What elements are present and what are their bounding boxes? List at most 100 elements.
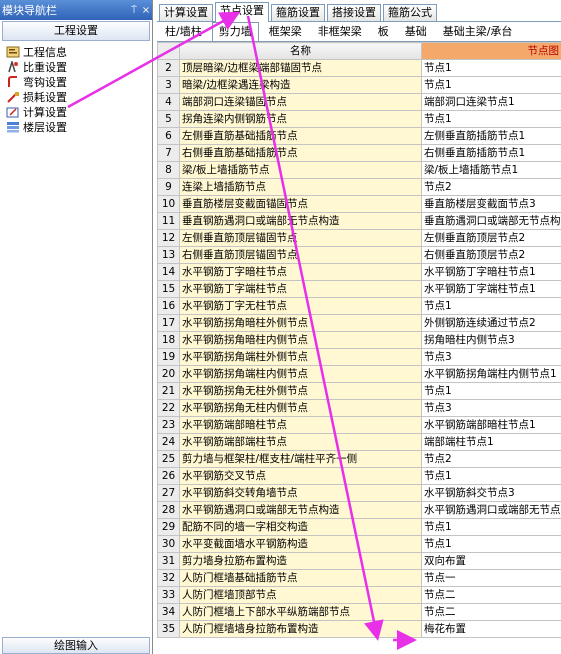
table-row[interactable]: 3 暗梁/边框梁遇连梁构造 节点1: [157, 76, 561, 94]
drawing-input-button[interactable]: 绘图输入: [2, 637, 150, 654]
row-node-value[interactable]: 右侧垂直筋顶层节点2: [421, 246, 561, 264]
row-node-value[interactable]: 节点二: [421, 603, 561, 621]
subtab-frame-beam[interactable]: 框架梁: [263, 23, 308, 41]
table-row[interactable]: 31 剪力墙身拉筋布置构造 双向布置: [157, 552, 561, 570]
subtab-non-frame-beam[interactable]: 非框架梁: [312, 23, 368, 41]
row-node-value[interactable]: 水平钢筋斜交节点3: [421, 484, 561, 502]
row-node-value[interactable]: 左侧垂直筋顶层节点2: [421, 229, 561, 247]
row-node-value[interactable]: 节点二: [421, 586, 561, 604]
row-node-value[interactable]: 节点1: [421, 76, 561, 94]
row-node-value[interactable]: 节点1: [421, 535, 561, 553]
subtab-column[interactable]: 柱/墙柱: [159, 23, 208, 41]
row-node-value[interactable]: 水平钢筋丁字暗柱节点1: [421, 263, 561, 281]
row-name: 人防门框墙基础插筋节点: [179, 569, 422, 587]
row-node-value[interactable]: 节点1: [421, 382, 561, 400]
row-node-value[interactable]: 水平钢筋遇洞口或端部无节点: [421, 501, 561, 519]
subtab-shear-wall[interactable]: 剪力墙: [211, 22, 259, 41]
row-name: 人防门框墙上下部水平纵筋端部节点: [179, 603, 422, 621]
tab-stirrup-formula[interactable]: 箍筋公式: [383, 4, 437, 21]
table-row[interactable]: 29 配筋不同的墙一字相交构造 节点1: [157, 518, 561, 536]
table-row[interactable]: 8 梁/板上墙插筋节点 梁/板上墙插筋节点1: [157, 161, 561, 179]
tab-node-settings[interactable]: 节点设置: [215, 2, 269, 22]
table-row[interactable]: 26 水平钢筋交叉节点 节点1: [157, 467, 561, 485]
table-row[interactable]: 6 左侧垂直筋基础插筋节点 左侧垂直筋插筋节点1: [157, 127, 561, 145]
nav-item-project-info[interactable]: 工程信息: [6, 44, 152, 59]
row-node-value[interactable]: 节点1: [421, 59, 561, 77]
table-row[interactable]: 14 水平钢筋丁字暗柱节点 水平钢筋丁字暗柱节点1: [157, 263, 561, 281]
row-name: 水平钢筋拐角无柱内侧节点: [179, 399, 422, 417]
table-row[interactable]: 32 人防门框墙基础插筋节点 节点一: [157, 569, 561, 587]
row-name: 人防门框墙顶部节点: [179, 586, 422, 604]
row-node-value[interactable]: 节点3: [421, 348, 561, 366]
table-row[interactable]: 19 水平钢筋拐角端柱外侧节点 节点3: [157, 348, 561, 366]
table-row[interactable]: 23 水平钢筋端部暗柱节点 水平钢筋端部暗柱节点1: [157, 416, 561, 434]
row-node-value[interactable]: 端部洞口连梁节点1: [421, 93, 561, 111]
row-index: 32: [157, 569, 180, 587]
nav-item-floor-settings[interactable]: 楼层设置: [6, 119, 152, 134]
table-row[interactable]: 24 水平钢筋端部端柱节点 端部端柱节点1: [157, 433, 561, 451]
table-row[interactable]: 12 左侧垂直筋顶层锚固节点 左侧垂直筋顶层节点2: [157, 229, 561, 247]
section-project-settings[interactable]: 工程设置: [2, 21, 150, 41]
row-node-value[interactable]: 端部端柱节点1: [421, 433, 561, 451]
close-icon[interactable]: ×: [140, 5, 152, 16]
row-node-value[interactable]: 外侧钢筋连续通过节点2: [421, 314, 561, 332]
table-row[interactable]: 16 水平钢筋丁字无柱节点 节点1: [157, 297, 561, 315]
row-node-value[interactable]: 节点2: [421, 450, 561, 468]
subtab-foundation[interactable]: 基础: [399, 23, 433, 41]
table-row[interactable]: 15 水平钢筋丁字端柱节点 水平钢筋丁字端柱节点1: [157, 280, 561, 298]
row-node-value[interactable]: 节点3: [421, 399, 561, 417]
subtab-foundation-beam[interactable]: 基础主梁/承台: [437, 23, 519, 41]
nav-item-hook-settings[interactable]: 弯钩设置: [6, 74, 152, 89]
tab-lap-settings[interactable]: 搭接设置: [327, 4, 381, 21]
table-row[interactable]: 21 水平钢筋拐角无柱外侧节点 节点1: [157, 382, 561, 400]
row-node-value[interactable]: 节点1: [421, 297, 561, 315]
row-name: 连梁上墙插筋节点: [179, 178, 422, 196]
table-row[interactable]: 5 拐角连梁内侧钢筋节点 节点1: [157, 110, 561, 128]
row-node-value[interactable]: 垂直筋楼层变截面节点3: [421, 195, 561, 213]
table-row[interactable]: 33 人防门框墙顶部节点 节点二: [157, 586, 561, 604]
row-node-value[interactable]: 垂直筋遇洞口或端部无节点构: [421, 212, 561, 230]
table-row[interactable]: 34 人防门框墙上下部水平纵筋端部节点 节点二: [157, 603, 561, 621]
tab-calc-settings[interactable]: 计算设置: [159, 4, 213, 21]
nav-item-loss-settings[interactable]: 损耗设置: [6, 89, 152, 104]
table-row[interactable]: 18 水平钢筋拐角暗柱内侧节点 拐角暗柱内侧节点3: [157, 331, 561, 349]
table-row[interactable]: 22 水平钢筋拐角无柱内侧节点 节点3: [157, 399, 561, 417]
table-row[interactable]: 27 水平钢筋斜交转角墙节点 水平钢筋斜交节点3: [157, 484, 561, 502]
table-row[interactable]: 2 顶层暗梁/边框梁端部锚固节点 节点1: [157, 59, 561, 77]
row-node-value[interactable]: 节点1: [421, 518, 561, 536]
tab-stirrup-settings[interactable]: 箍筋设置: [271, 4, 325, 21]
row-node-value[interactable]: 水平钢筋端部暗柱节点1: [421, 416, 561, 434]
table-row[interactable]: 25 剪力墙与框架柱/框支柱/端柱平齐一侧 节点2: [157, 450, 561, 468]
table-row[interactable]: 30 水平变截面墙水平钢筋构造 节点1: [157, 535, 561, 553]
row-node-value[interactable]: 水平钢筋丁字端柱节点1: [421, 280, 561, 298]
row-index: 8: [157, 161, 180, 179]
subtab-slab[interactable]: 板: [372, 23, 395, 41]
row-node-value[interactable]: 水平钢筋拐角端柱内侧节点1: [421, 365, 561, 383]
row-name: 配筋不同的墙一字相交构造: [179, 518, 422, 536]
table-row[interactable]: 7 右侧垂直筋基础插筋节点 右侧垂直筋插筋节点1: [157, 144, 561, 162]
row-name: 顶层暗梁/边框梁端部锚固节点: [179, 59, 422, 77]
nav-item-density-settings[interactable]: 比重设置: [6, 58, 152, 74]
row-node-value[interactable]: 双向布置: [421, 552, 561, 570]
row-node-value[interactable]: 右侧垂直筋插筋节点1: [421, 144, 561, 162]
table-row[interactable]: 35 人防门框墙墙身拉筋布置构造 梅花布置: [157, 620, 561, 638]
row-node-value[interactable]: 梅花布置: [421, 620, 561, 638]
table-row[interactable]: 28 水平钢筋遇洞口或端部无节点构造 水平钢筋遇洞口或端部无节点: [157, 501, 561, 519]
row-node-value[interactable]: 节点1: [421, 467, 561, 485]
table-row[interactable]: 17 水平钢筋拐角暗柱外侧节点 外侧钢筋连续通过节点2: [157, 314, 561, 332]
table-row[interactable]: 9 连梁上墙插筋节点 节点2: [157, 178, 561, 196]
pin-icon[interactable]: ⍑: [128, 5, 140, 16]
row-node-value[interactable]: 梁/板上墙插筋节点1: [421, 161, 561, 179]
header-node-diagram: 节点图: [421, 42, 561, 60]
nav-item-calc-settings[interactable]: 计算设置: [6, 104, 152, 119]
row-node-value[interactable]: 节点1: [421, 110, 561, 128]
row-node-value[interactable]: 左侧垂直筋插筋节点1: [421, 127, 561, 145]
row-node-value[interactable]: 节点一: [421, 569, 561, 587]
row-node-value[interactable]: 节点2: [421, 178, 561, 196]
row-node-value[interactable]: 拐角暗柱内侧节点3: [421, 331, 561, 349]
table-row[interactable]: 10 垂直筋楼层变截面锚固节点 垂直筋楼层变截面节点3: [157, 195, 561, 213]
table-row[interactable]: 20 水平钢筋拐角端柱内侧节点 水平钢筋拐角端柱内侧节点1: [157, 365, 561, 383]
table-row[interactable]: 11 垂直钢筋遇洞口或端部无节点构造 垂直筋遇洞口或端部无节点构: [157, 212, 561, 230]
table-row[interactable]: 13 右侧垂直筋顶层锚固节点 右侧垂直筋顶层节点2: [157, 246, 561, 264]
table-row[interactable]: 4 端部洞口连梁锚固节点 端部洞口连梁节点1: [157, 93, 561, 111]
